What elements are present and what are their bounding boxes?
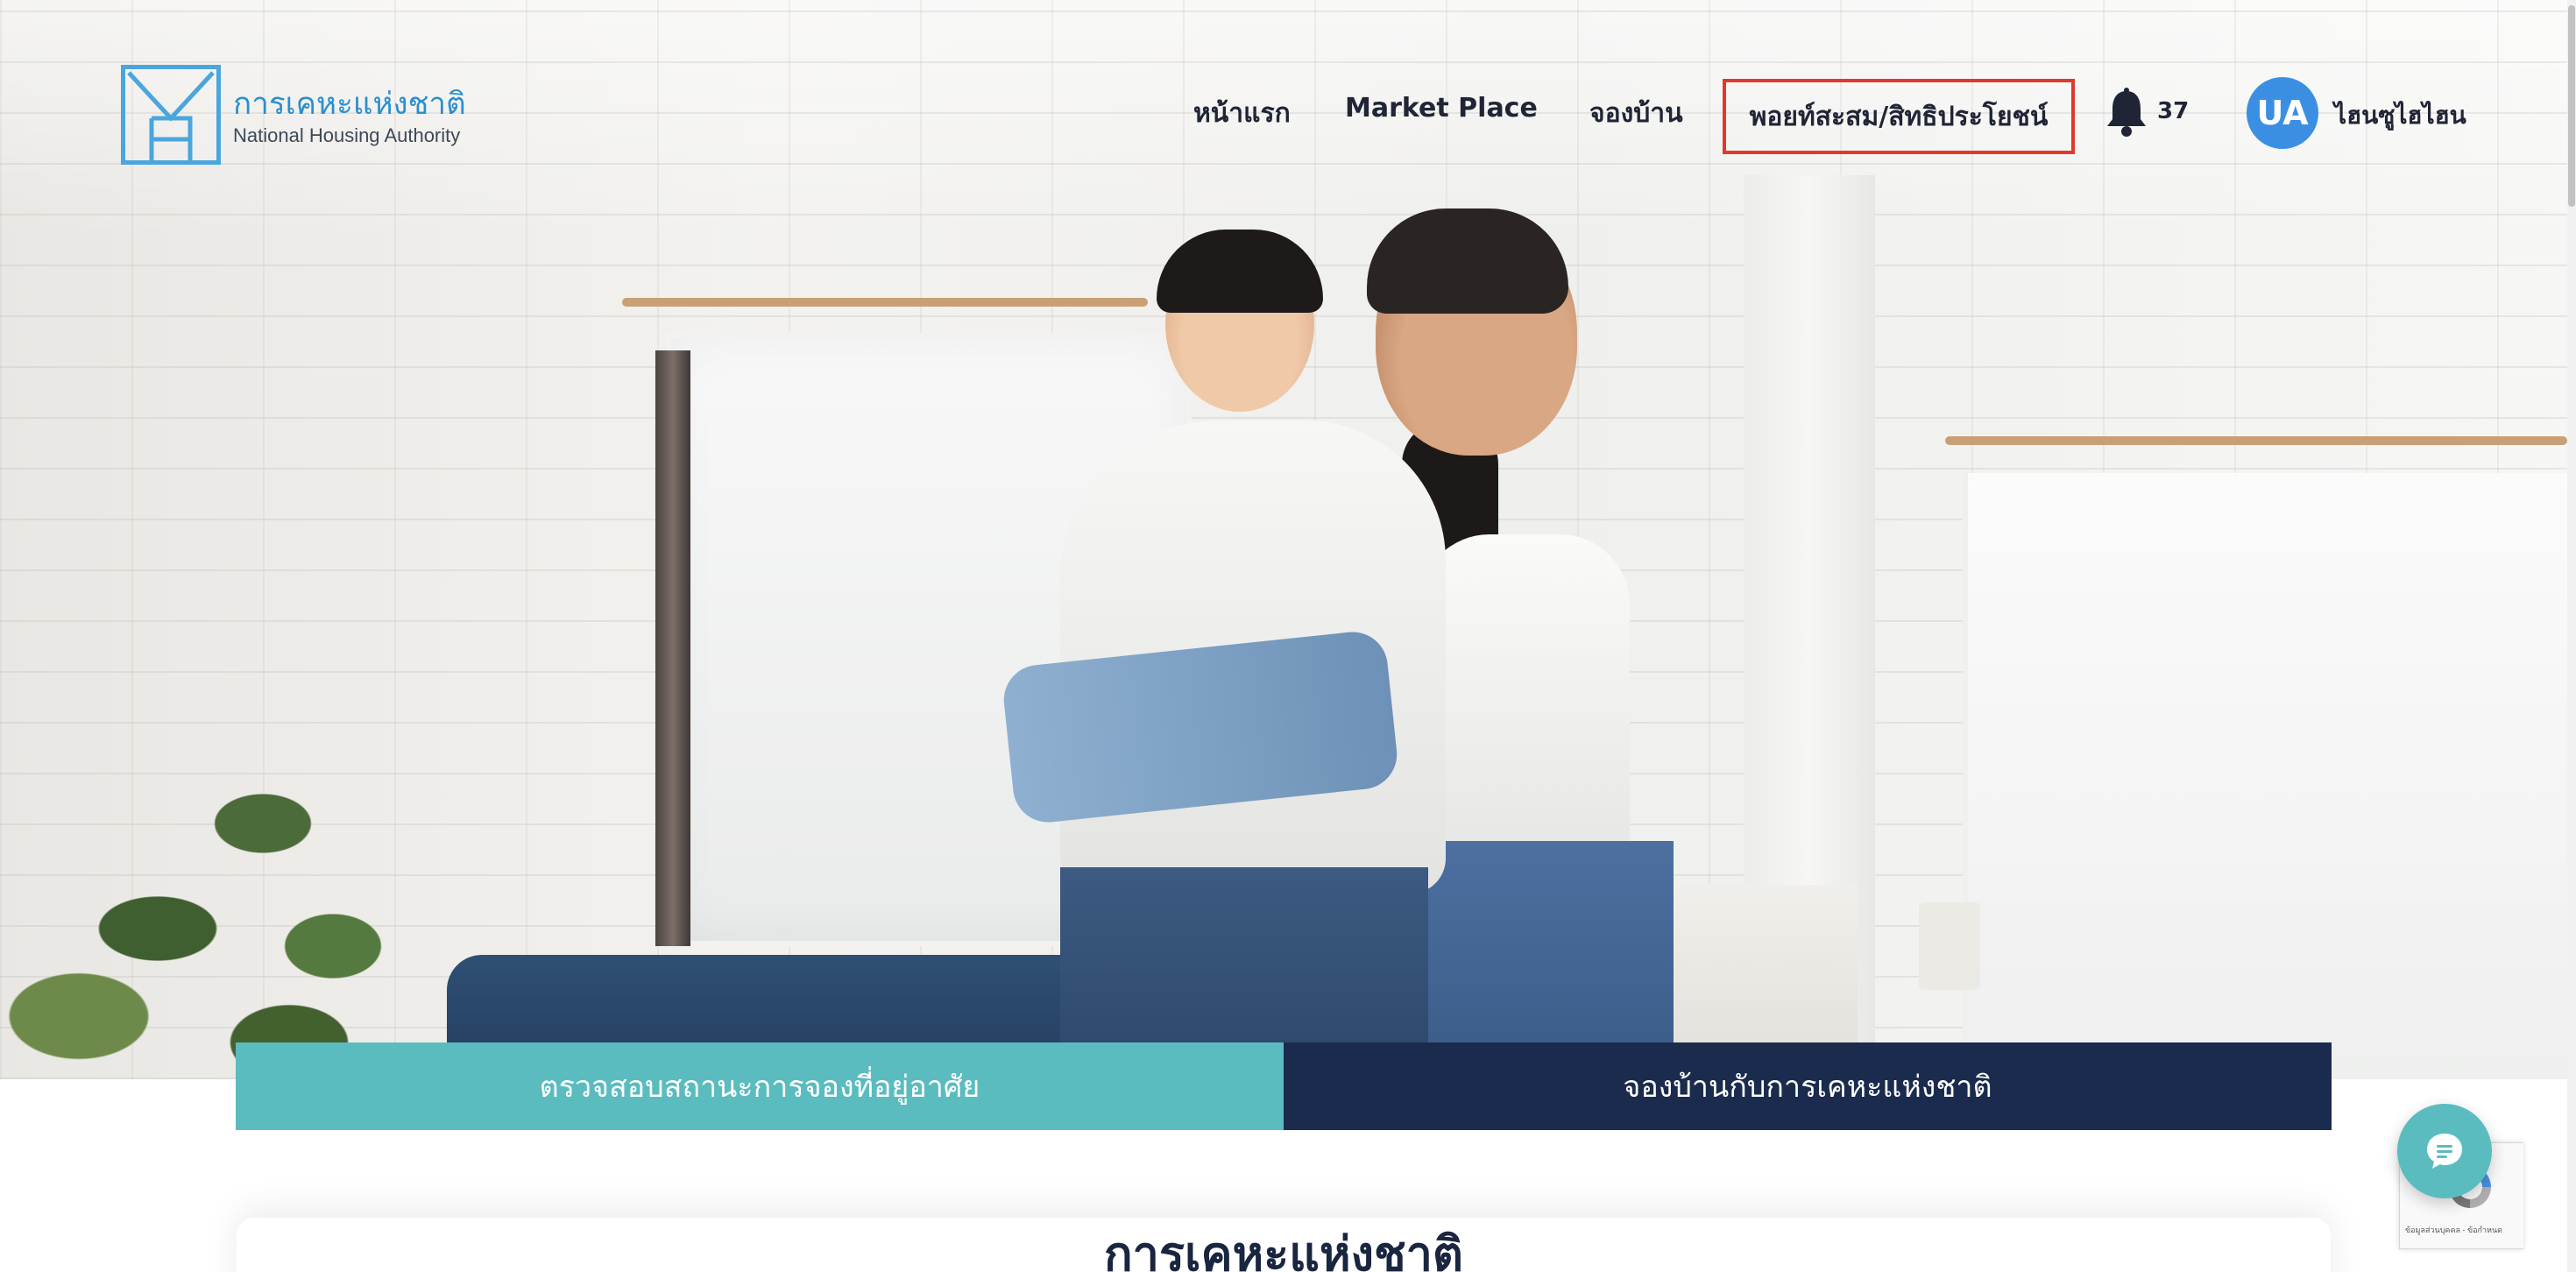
bell-icon[interactable] <box>2105 88 2148 137</box>
nav-points-label: พอยท์สะสม/สิทธิประโยชน์ <box>1749 101 2049 132</box>
hero-lamp <box>1919 902 1980 990</box>
nav-points-benefits[interactable]: พอยท์สะสม/สิทธิประโยชน์ <box>1723 79 2075 154</box>
logo-icon <box>121 65 221 165</box>
hero-curtain-left <box>655 350 690 946</box>
section-heading: การเคหะแห่งชาติ <box>1103 1226 1463 1272</box>
chat-icon <box>2427 1134 2462 1169</box>
logo-name-th: การเคหะแห่งชาติ <box>233 87 466 121</box>
check-booking-status-button[interactable]: ตรวจสอบสถานะการจองที่อยู่อาศัย <box>236 1042 1284 1130</box>
user-name[interactable]: ไฮนซูไฮไฮน <box>2334 96 2466 135</box>
nav-booking[interactable]: จองบ้าน <box>1589 93 1683 134</box>
nav-home[interactable]: หน้าแรก <box>1193 93 1291 134</box>
nav-market-place[interactable]: Market Place <box>1345 93 1538 124</box>
curtain-rod-left <box>622 298 1148 307</box>
scrollbar-thumb[interactable] <box>2568 5 2575 207</box>
hero-plant <box>0 753 456 1079</box>
notification-count: 37 <box>2157 98 2190 124</box>
logo-name-en: National Housing Authority <box>233 124 461 146</box>
avatar[interactable]: UA <box>2247 77 2318 149</box>
chat-button[interactable] <box>2397 1104 2492 1198</box>
site-logo[interactable]: การเคหะแห่งชาติ National Housing Authori… <box>121 65 466 165</box>
hero-window-right <box>1963 473 2567 1079</box>
curtain-rod-right <box>1945 436 2567 445</box>
hero-woman <box>1419 534 1630 867</box>
page: การเคหะแห่งชาติ National Housing Authori… <box>0 0 2576 1272</box>
recaptcha-text[interactable]: ข้อมูลส่วนบุคคล - ข้อกำหนด <box>2405 1224 2521 1236</box>
book-house-button[interactable]: จองบ้านกับการเคหะแห่งชาติ <box>1284 1042 2332 1130</box>
